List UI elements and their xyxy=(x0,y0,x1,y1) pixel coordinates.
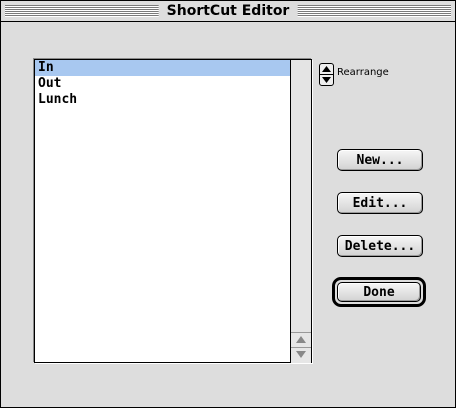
shortcut-list[interactable]: In Out Lunch xyxy=(34,59,312,363)
list-item-lunch[interactable]: Lunch xyxy=(35,92,290,108)
list-item-out[interactable]: Out xyxy=(35,76,290,92)
scroll-up-button[interactable] xyxy=(291,332,311,348)
title-bar[interactable]: ShortCut Editor xyxy=(1,1,455,22)
list-scrollbar[interactable] xyxy=(290,60,311,363)
scroll-down-arrow-icon xyxy=(296,351,306,358)
rearrange-up-button[interactable] xyxy=(320,64,333,75)
shortcut-list-items[interactable]: In Out Lunch xyxy=(35,60,290,362)
shortcut-editor-window: ShortCut Editor In Out Lunch Rearrange N… xyxy=(0,0,456,408)
scroll-down-button[interactable] xyxy=(291,347,311,363)
rearrange-stepper[interactable] xyxy=(319,63,334,86)
delete-button[interactable]: Delete... xyxy=(337,235,423,257)
stepper-down-icon xyxy=(322,77,331,83)
default-button-ring: Done xyxy=(332,277,426,307)
list-item-in[interactable]: In xyxy=(35,60,290,76)
edit-button[interactable]: Edit... xyxy=(337,192,423,214)
scroll-up-arrow-icon xyxy=(296,336,306,343)
stepper-up-icon xyxy=(322,66,331,72)
rearrange-down-button[interactable] xyxy=(320,75,333,85)
rearrange-label: Rearrange xyxy=(337,67,389,78)
done-button[interactable]: Done xyxy=(337,282,421,302)
window-title: ShortCut Editor xyxy=(158,1,298,21)
new-button[interactable]: New... xyxy=(337,149,423,171)
